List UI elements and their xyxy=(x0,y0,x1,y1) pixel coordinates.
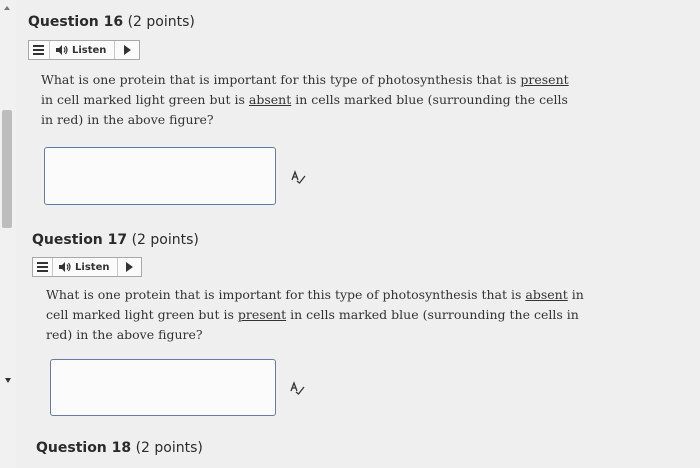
question-18: Question 18 (2 points) xyxy=(36,440,203,456)
play-button[interactable] xyxy=(118,258,141,276)
play-button[interactable] xyxy=(115,41,139,59)
scrollbar-thumb[interactable] xyxy=(2,110,12,228)
menu-icon[interactable] xyxy=(33,258,54,276)
question-heading: Question 16 (2 points) xyxy=(28,14,195,30)
play-icon xyxy=(126,262,134,272)
question-heading: Question 18 (2 points) xyxy=(36,440,203,456)
question-points: (2 points) xyxy=(127,14,195,30)
vertical-scrollbar[interactable] xyxy=(0,0,17,468)
scroll-down-arrow-icon[interactable] xyxy=(5,378,11,383)
question-heading: Question 17 (2 points) xyxy=(32,232,199,248)
listen-button[interactable]: Listen xyxy=(50,41,116,59)
question-points: (2 points) xyxy=(131,232,199,248)
question-title: Question 18 xyxy=(36,440,132,456)
listen-toolbar: Listen xyxy=(32,257,142,277)
question-title: Question 16 xyxy=(28,14,124,30)
listen-label: Listen xyxy=(71,44,107,56)
quiz-page: Question 16 (2 points) Listen What is on… xyxy=(16,0,700,468)
question-16: Question 16 (2 points) xyxy=(28,14,195,30)
listen-toolbar: Listen xyxy=(28,40,140,60)
question-text: What is one protein that is important fo… xyxy=(46,287,584,342)
question-17: Question 17 (2 points) xyxy=(32,232,199,248)
play-icon xyxy=(123,45,131,55)
answer-input[interactable] xyxy=(50,359,276,416)
speaker-icon xyxy=(59,262,71,272)
answer-input[interactable] xyxy=(44,147,276,205)
question-text: What is one protein that is important fo… xyxy=(41,72,569,127)
listen-button[interactable]: Listen xyxy=(53,258,119,276)
spellcheck-icon[interactable] xyxy=(289,381,305,395)
question-title: Question 17 xyxy=(32,232,128,248)
spellcheck-icon[interactable] xyxy=(290,170,306,184)
scroll-up-arrow-icon[interactable] xyxy=(4,6,10,10)
speaker-icon xyxy=(55,45,68,55)
menu-icon[interactable] xyxy=(29,41,50,59)
listen-label: Listen xyxy=(75,261,110,273)
question-points: (2 points) xyxy=(135,440,203,456)
